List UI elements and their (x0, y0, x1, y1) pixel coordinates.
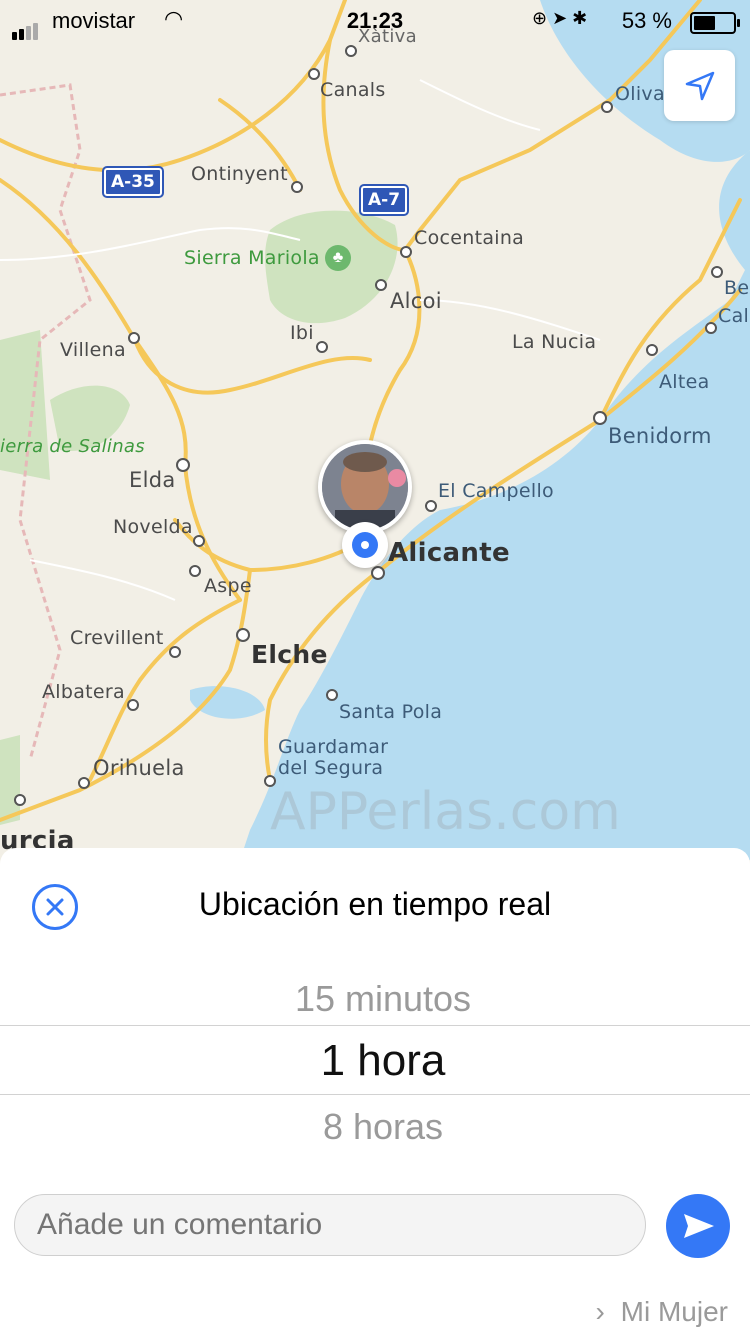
city-label: Canals (320, 79, 386, 101)
park-label: Sierra Mariola (184, 247, 320, 269)
city-label: Cocentaina (414, 227, 525, 249)
user-avatar[interactable] (318, 440, 412, 534)
city-label: Ontinyent (191, 163, 288, 185)
city-label: La Nucia (512, 331, 597, 353)
battery-percent: 53 % (621, 8, 672, 33)
highway-shield-a35: A-35 (102, 166, 164, 198)
picker-divider (0, 1025, 750, 1026)
city-label: Guardamar del Segura (278, 736, 389, 779)
city-label: Be (724, 277, 750, 299)
avatar-photo (322, 444, 408, 530)
sheet-title: Ubicación en tiempo real (198, 886, 552, 922)
city-label: Oliva (615, 83, 665, 105)
city-label-alicante: Alicante (388, 538, 510, 568)
locate-me-button[interactable] (664, 50, 735, 121)
picker-option[interactable]: 8 horas (0, 1106, 750, 1148)
share-location-sheet: Ubicación en tiempo real 15 minutos 1 ho… (0, 848, 750, 1334)
city-label: Cal (718, 305, 750, 327)
city-label: El Campello (438, 480, 554, 502)
city-label: Novelda (113, 516, 193, 538)
park-icon: ♣ (325, 245, 351, 271)
city-label: Orihuela (93, 756, 185, 780)
city-label: Villena (60, 339, 126, 361)
recipient-name: Mi Mujer (620, 1296, 728, 1327)
current-location-pin (342, 522, 388, 568)
comment-input[interactable] (14, 1194, 646, 1256)
city-label: Alcoi (390, 289, 442, 313)
status-bar: movistar ◠ 21:23 ⊕ ➤ ✱ 53 % (0, 0, 750, 40)
chevron-right-icon: › (595, 1296, 605, 1327)
highway-shield-a7: A-7 (358, 184, 410, 216)
picker-divider (0, 1094, 750, 1095)
city-label: Santa Pola (339, 701, 443, 723)
city-label: Aspe (204, 575, 252, 597)
city-label: Altea (659, 371, 710, 393)
picker-option-selected[interactable]: 1 hora (0, 1036, 750, 1086)
city-label: Benidorm (608, 424, 712, 448)
recipient-link[interactable]: › Mi Mujer (596, 1296, 728, 1328)
map-view[interactable]: Xàtiva Canals Oliva Ontinyent A-35 A-7 C… (0, 0, 750, 860)
city-label: Albatera (42, 681, 125, 703)
send-button[interactable] (666, 1194, 730, 1258)
city-label: Crevillent (70, 627, 164, 649)
city-label: Elda (129, 468, 176, 492)
navigation-arrow-icon (685, 71, 714, 100)
watermark: APPerlas.com (270, 782, 621, 842)
park-label: ierra de Salinas (0, 436, 145, 457)
battery-icon (690, 12, 740, 34)
city-label-elche: Elche (251, 640, 328, 669)
city-label: Ibi (290, 322, 314, 344)
location-arrow-icon: ⊕ ➤ ✱ (532, 8, 588, 28)
send-icon (684, 1214, 714, 1238)
picker-option[interactable]: 15 minutos (0, 978, 750, 1020)
